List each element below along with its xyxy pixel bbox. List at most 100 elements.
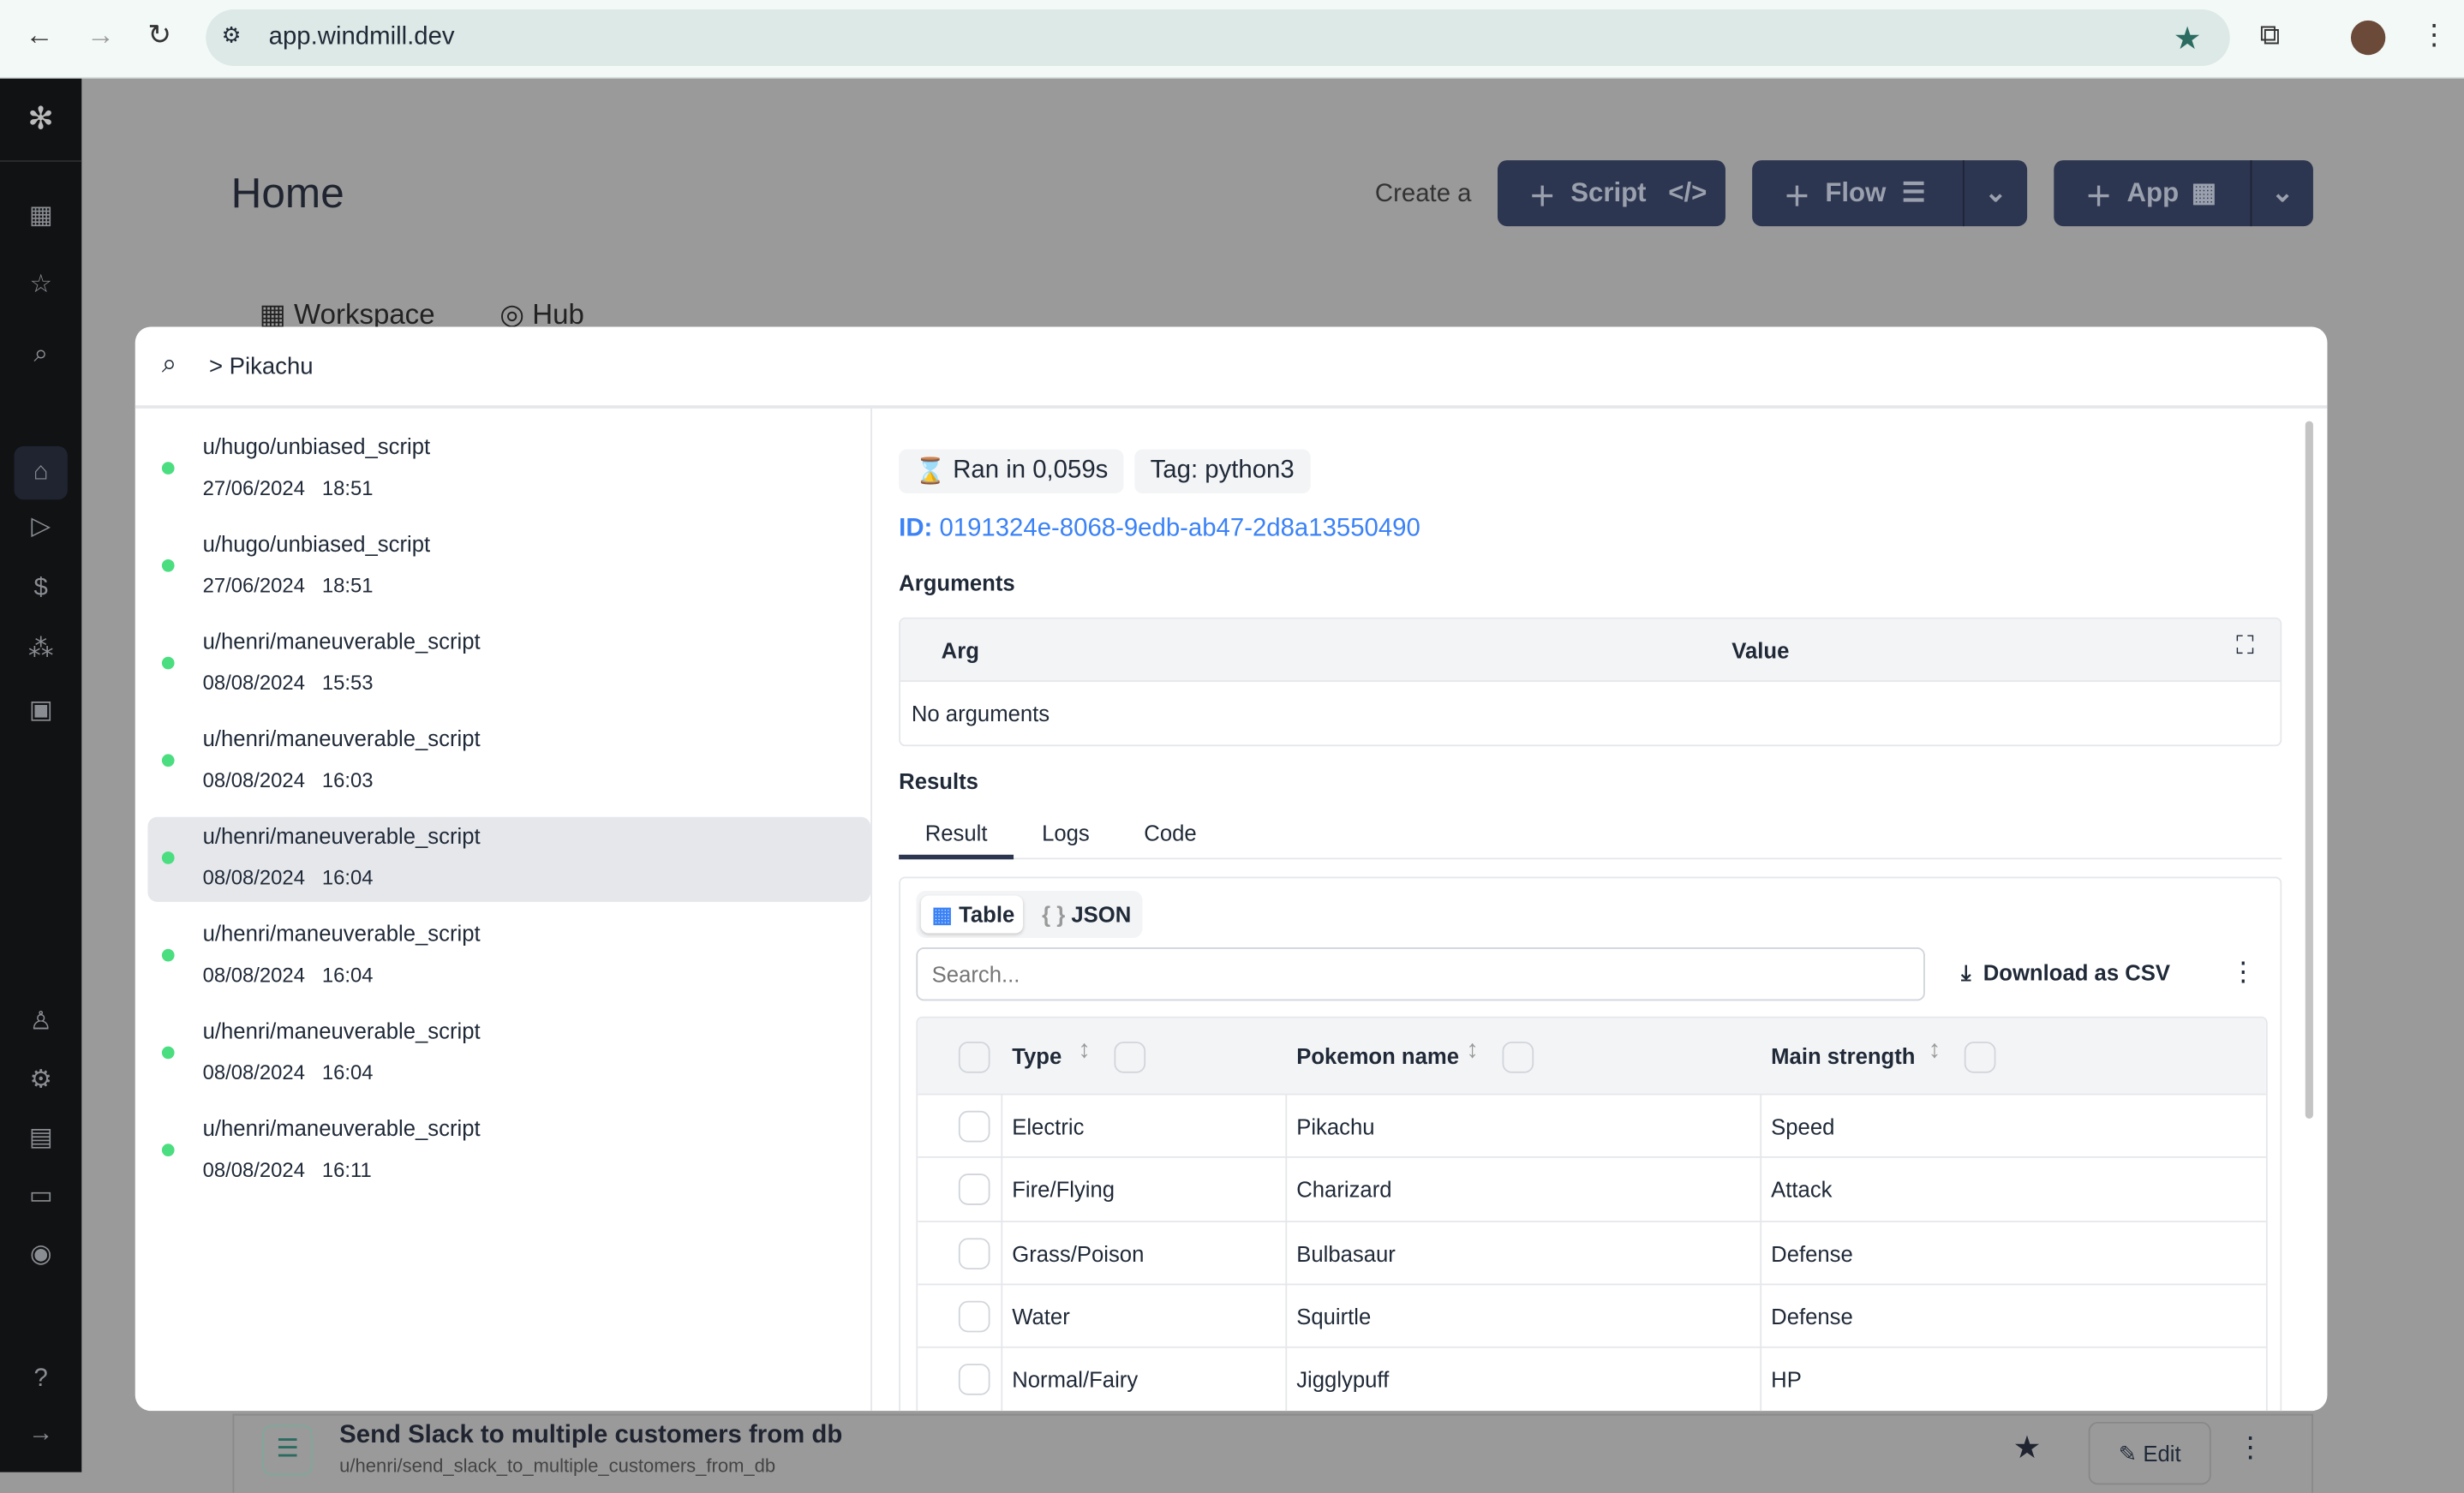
script-card[interactable]: ☰ Send Slack to multiple customers from … (232, 1413, 2313, 1493)
hourglass-icon: ⌛ (914, 458, 954, 486)
search-icon[interactable]: ⌕ (22, 337, 60, 374)
home-icon[interactable]: ⌂ (14, 445, 68, 500)
folder-icon[interactable]: ▭ (22, 1179, 60, 1216)
value-column-header: Value (1731, 637, 1790, 664)
tab-code[interactable]: Code (1144, 820, 1196, 845)
row-checkbox[interactable] (958, 1364, 990, 1396)
chevron-down-icon[interactable]: ⌄ (2250, 160, 2313, 227)
run-datetime: 08/08/2024 16:11 (202, 1157, 372, 1182)
more-icon[interactable]: ⋮ (2230, 957, 2257, 988)
table-search-input[interactable] (916, 947, 1925, 1001)
table-cell: Jigglypuff (1296, 1367, 1390, 1393)
table-row[interactable]: Fire/Flying Charizard Attack (918, 1156, 2266, 1220)
run-item[interactable]: u/henri/maneuverable_script 08/08/2024 16… (147, 816, 871, 902)
column-header[interactable]: Type (1012, 1043, 1062, 1068)
tab-logs[interactable]: Logs (1042, 820, 1090, 845)
flow-icon: ☰ (262, 1424, 314, 1476)
table-cell: Speed (1771, 1114, 1835, 1139)
star-icon[interactable]: ☆ (22, 267, 60, 305)
table-row[interactable]: Electric Pikachu Speed (918, 1093, 2266, 1156)
forward-icon[interactable]: → (87, 19, 115, 52)
edit-button[interactable]: ✎ Edit (2088, 1421, 2211, 1485)
help-icon[interactable]: ? (22, 1360, 60, 1398)
create-flow-button[interactable]: ＋ Flow ☰ ⌄ (1752, 160, 2028, 227)
run-path: u/hugo/unbiased_script (202, 433, 431, 459)
run-item[interactable]: u/henri/maneuverable_script 08/08/2024 16… (147, 1109, 870, 1194)
item-title[interactable]: Send Slack to multiple customers from db (339, 1422, 842, 1450)
job-id-link[interactable]: ID: 0191324e-8068-9edb-ab47-2d8a13550490 (899, 516, 1420, 544)
status-success-icon (161, 948, 175, 962)
create-app-button[interactable]: ＋ App ▦ ⌄ (2054, 160, 2313, 227)
site-settings-icon[interactable]: ⚙ (222, 22, 242, 49)
table-row[interactable]: Normal/Fairy Jigglypuff HP (918, 1347, 2266, 1409)
run-item[interactable]: u/henri/maneuverable_script 08/08/2024 16… (147, 1012, 870, 1096)
tab-result[interactable]: Result (899, 820, 1014, 860)
select-all-checkbox[interactable] (958, 1042, 990, 1073)
table-cell: Charizard (1296, 1177, 1392, 1203)
run-item[interactable]: u/henri/maneuverable_script 08/08/2024 16… (147, 915, 870, 1000)
table-cell: Squirtle (1296, 1304, 1372, 1329)
row-checkbox[interactable] (958, 1173, 990, 1206)
table-row[interactable]: Water Squirtle Defense (918, 1283, 2266, 1346)
run-item[interactable]: u/hugo/unbiased_script 27/06/2024 18:51 (147, 525, 870, 610)
search-input[interactable]: > Pikachu (209, 354, 314, 380)
more-icon[interactable]: ⋮ (2236, 1431, 2264, 1465)
extensions-icon[interactable]: ⧉ (2260, 19, 2281, 52)
status-success-icon (161, 754, 175, 767)
resources-icon[interactable]: ⁂ (22, 631, 60, 669)
dollar-icon[interactable]: $ (22, 570, 60, 608)
sidebar: ✻ ▦ ☆ ⌕ ⌂ ▷ $ ⁂ ▣ ♙ ⚙ ▤ ▭ ◉ ? → (0, 78, 82, 1472)
worker-icon[interactable]: ▤ (22, 1120, 60, 1158)
calendar-icon[interactable]: ▣ (22, 693, 60, 731)
windmill-logo-icon[interactable]: ✻ (22, 100, 60, 138)
run-item[interactable]: u/hugo/unbiased_script 27/06/2024 18:51 (147, 427, 870, 512)
sort-icon[interactable]: ↕ (1929, 1037, 1941, 1066)
back-icon[interactable]: ← (25, 19, 53, 52)
duration-badge: ⌛ Ran in 0,059s (899, 449, 1124, 493)
column-header[interactable]: Main strength (1771, 1043, 1915, 1068)
item-path: u/henri/send_slack_to_multiple_customers… (339, 1454, 776, 1478)
sort-icon[interactable]: ↕ (1466, 1037, 1479, 1066)
json-view-button[interactable]: { } JSON (1042, 895, 1131, 933)
scrollbar[interactable] (2305, 421, 2313, 1119)
results-title: Results (899, 767, 978, 794)
column-checkbox[interactable] (1114, 1042, 1146, 1073)
column-checkbox[interactable] (1502, 1042, 1534, 1073)
status-success-icon (161, 1144, 175, 1156)
table-row[interactable]: Grass/Poison Bulbasaur Defense (918, 1220, 2266, 1282)
workspace-icon[interactable]: ▦ (22, 198, 60, 236)
table-view-button[interactable]: ▦ Table (920, 895, 1024, 934)
table-icon: ▦ (931, 901, 953, 928)
row-checkbox[interactable] (958, 1110, 990, 1143)
menu-icon[interactable]: ⋮ (2420, 19, 2449, 52)
table-cell: HP (1771, 1367, 1802, 1393)
expand-icon[interactable]: → (22, 1416, 60, 1454)
chevron-down-icon[interactable]: ⌄ (1962, 160, 2027, 227)
row-checkbox[interactable] (958, 1237, 990, 1269)
column-header[interactable]: Pokemon name (1296, 1043, 1459, 1068)
star-icon[interactable]: ★ (2174, 19, 2202, 58)
gear-icon[interactable]: ⚙ (22, 1062, 60, 1100)
url-text[interactable]: app.windmill.dev (269, 24, 455, 52)
browser-toolbar: ← → ↻ ⚙ app.windmill.dev ★ ⧉ ⋮ (0, 0, 2464, 79)
search-modal: ⌕ > Pikachu u/hugo/unbiased_script 27/06/… (135, 326, 2328, 1412)
run-path: u/henri/maneuverable_script (202, 726, 481, 751)
code-icon: </> (1668, 177, 1707, 208)
expand-icon[interactable]: ⛶ (2236, 633, 2254, 661)
run-item[interactable]: u/henri/maneuverable_script 08/08/2024 15… (147, 622, 870, 707)
play-icon[interactable]: ▷ (22, 509, 60, 546)
column-checkbox[interactable] (1964, 1042, 1996, 1073)
run-item[interactable]: u/henri/maneuverable_script 08/08/2024 16… (147, 720, 870, 804)
star-icon[interactable]: ★ (2013, 1428, 2042, 1467)
sort-icon[interactable]: ↕ (1078, 1037, 1091, 1066)
create-script-button[interactable]: ＋ Script </> (1497, 160, 1725, 227)
download-csv-button[interactable]: ⤓ Download as CSV (1961, 960, 2170, 987)
user-icon[interactable]: ♙ (22, 1004, 60, 1042)
search-icon: ⌕ (161, 349, 177, 379)
address-bar[interactable]: ⚙ app.windmill.dev ★ (206, 9, 2230, 67)
reload-icon[interactable]: ↻ (147, 19, 171, 52)
eye-icon[interactable]: ◉ (22, 1237, 60, 1275)
avatar[interactable] (2350, 20, 2386, 56)
row-checkbox[interactable] (958, 1300, 990, 1333)
braces-icon: { } (1042, 901, 1066, 928)
